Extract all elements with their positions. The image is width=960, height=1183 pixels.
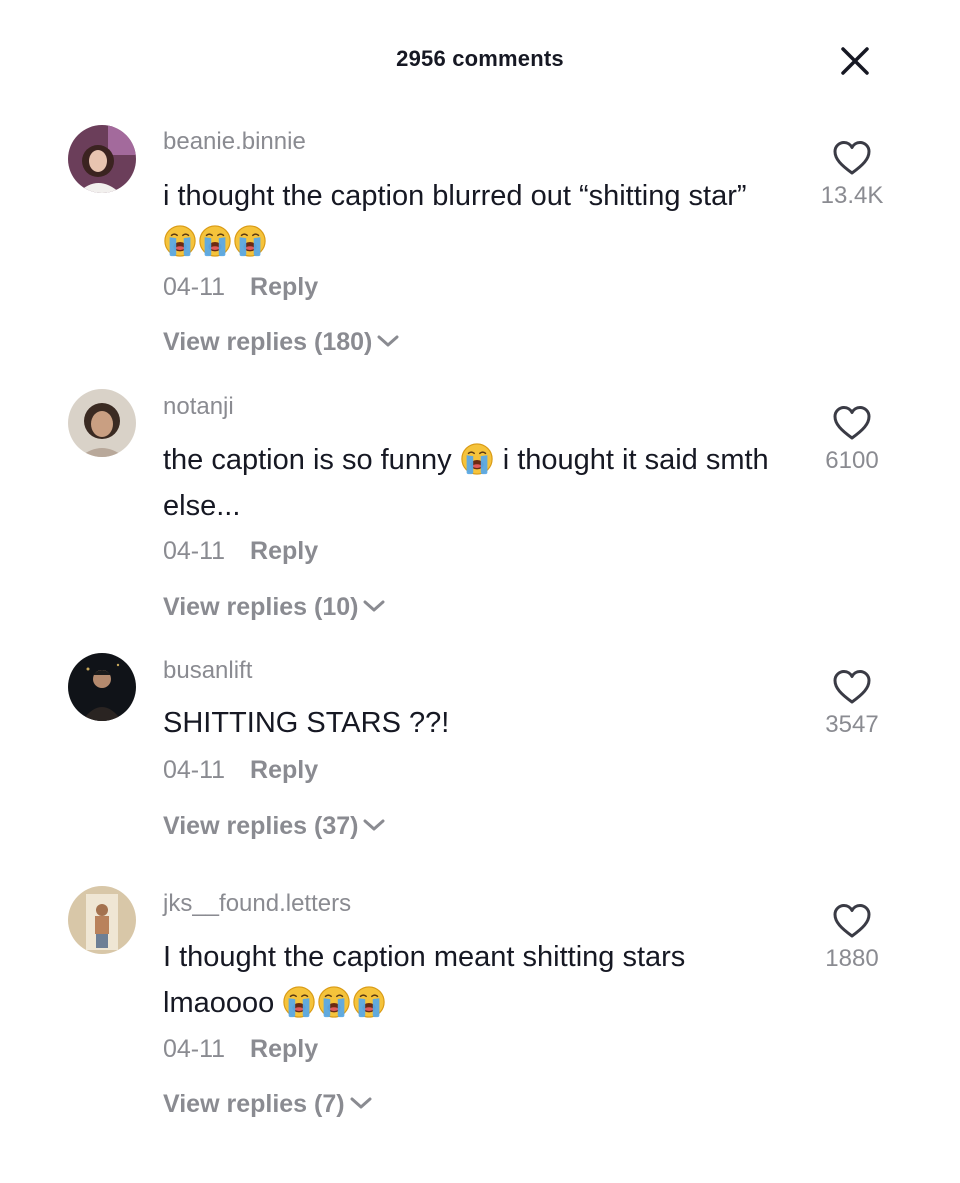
comment-text: i thought the caption blurred out “shitt…: [163, 173, 803, 265]
comment-meta: 04-11 Reply: [163, 756, 318, 785]
heart-icon[interactable]: [832, 903, 872, 939]
comment-username[interactable]: busanlift: [163, 657, 252, 685]
view-replies-label: View replies (7): [163, 1090, 345, 1118]
comment-meta: 04-11 Reply: [163, 537, 318, 566]
comment-date: 04-11: [163, 1035, 226, 1063]
comments-count-title: 2956 comments: [396, 46, 564, 71]
chevron-down-icon: [362, 592, 386, 621]
comment-text: SHITTING STARS ??!: [163, 700, 803, 746]
comment-meta: 04-11 Reply: [163, 273, 318, 302]
comment-text-content: the caption is so funny: [163, 444, 452, 476]
reply-button[interactable]: Reply: [250, 273, 318, 301]
chevron-down-icon: [349, 1089, 373, 1118]
view-replies-label: View replies (180): [163, 328, 373, 356]
like-count: 6100: [825, 447, 879, 474]
comment-date: 04-11: [163, 756, 226, 784]
comment-text: I thought the caption meant shitting sta…: [163, 934, 763, 1026]
reply-button[interactable]: Reply: [250, 1035, 318, 1063]
heart-icon[interactable]: [832, 140, 872, 176]
close-icon[interactable]: [836, 42, 874, 80]
view-replies-button[interactable]: View replies (10): [163, 592, 386, 622]
like-count: 1880: [825, 945, 879, 972]
view-replies-label: View replies (10): [163, 593, 359, 621]
avatar[interactable]: [68, 125, 136, 193]
comment-text-content: SHITTING STARS ??!: [163, 707, 450, 739]
comment-meta: 04-11 Reply: [163, 1035, 318, 1064]
comment-text-content: i thought the caption blurred out “shitt…: [163, 180, 747, 212]
like-control: 13.4K: [810, 140, 894, 210]
loudly-crying-face-icon: [163, 224, 197, 258]
view-replies-button[interactable]: View replies (180): [163, 327, 400, 357]
like-control: 1880: [810, 903, 894, 973]
loudly-crying-face-icon: [352, 985, 386, 1019]
loudly-crying-face-icon: [282, 985, 316, 1019]
avatar[interactable]: [68, 389, 136, 457]
comment-username[interactable]: notanji: [163, 393, 234, 421]
avatar[interactable]: [68, 886, 136, 954]
comment-text-content: I thought the caption meant shitting sta…: [163, 941, 686, 1019]
loudly-crying-face-icon: [460, 442, 494, 476]
comment-username[interactable]: beanie.binnie: [163, 128, 306, 156]
comments-header: 2956 comments: [0, 0, 960, 120]
comment-text: the caption is so funny i thought it sai…: [163, 437, 783, 529]
chevron-down-icon: [376, 327, 400, 356]
reply-button[interactable]: Reply: [250, 537, 318, 565]
view-replies-button[interactable]: View replies (7): [163, 1089, 373, 1119]
reply-button[interactable]: Reply: [250, 756, 318, 784]
comment-username[interactable]: jks__found.letters: [163, 890, 351, 918]
like-count: 13.4K: [820, 182, 884, 209]
loudly-crying-face-icon: [317, 985, 351, 1019]
like-control: 3547: [810, 669, 894, 739]
chevron-down-icon: [362, 811, 386, 840]
view-replies-label: View replies (37): [163, 812, 359, 840]
comment-date: 04-11: [163, 537, 226, 565]
view-replies-button[interactable]: View replies (37): [163, 811, 386, 841]
loudly-crying-face-icon: [233, 224, 267, 258]
comment-date: 04-11: [163, 273, 226, 301]
like-count: 3547: [825, 711, 879, 738]
heart-icon[interactable]: [832, 405, 872, 441]
loudly-crying-face-icon: [198, 224, 232, 258]
avatar[interactable]: [68, 653, 136, 721]
heart-icon[interactable]: [832, 669, 872, 705]
like-control: 6100: [810, 405, 894, 475]
